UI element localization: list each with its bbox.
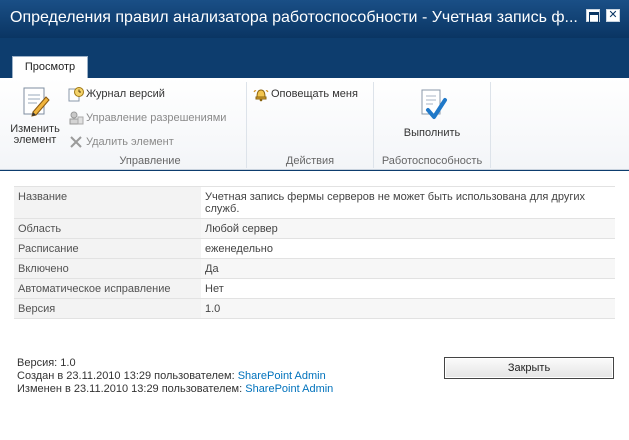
bell-icon	[253, 89, 269, 102]
dialog-window: Определения правил анализатора работоспо…	[0, 0, 629, 440]
group-label-actions: Действия	[285, 155, 335, 167]
version-history-label: Журнал версий	[86, 88, 165, 100]
version-info: Версия: 1.0	[17, 357, 76, 369]
property-row: Версия 1.0	[14, 298, 615, 319]
run-label: Выполнить	[403, 127, 461, 139]
delete-item-label: Удалить элемент	[86, 136, 174, 148]
properties-table: Название Учетная запись фермы серверов не…	[14, 186, 615, 319]
alert-me-button[interactable]: Оповещать меня	[253, 85, 358, 103]
property-row: Включено Да	[14, 258, 615, 279]
property-key: Название	[14, 186, 201, 219]
property-key: Расписание	[14, 238, 201, 259]
item-info: Версия: 1.0 Создан в 23.11.2010 13:29 по…	[17, 357, 333, 396]
close-icon[interactable]: ✕	[606, 9, 620, 22]
property-row: Расписание еженедельно	[14, 238, 615, 259]
modified-prefix: Изменен в 23.11.2010 13:29 пользователем…	[17, 383, 243, 395]
created-info: Создан в 23.11.2010 13:29 пользователем:…	[17, 370, 333, 383]
ribbon: Изменить элемент Журнал версий Управлени…	[0, 78, 629, 170]
modified-info: Изменен в 23.11.2010 13:29 пользователем…	[17, 383, 333, 396]
manage-permissions-button[interactable]: Управление разрешениями	[68, 109, 226, 127]
created-prefix: Создан в 23.11.2010 13:29 пользователем:	[17, 370, 235, 382]
delete-item-button[interactable]: Удалить элемент	[68, 133, 174, 151]
property-value: Учетная запись фермы серверов не может б…	[201, 186, 615, 219]
property-value: Любой сервер	[201, 218, 615, 239]
property-row: Область Любой сервер	[14, 218, 615, 239]
maximize-icon[interactable]	[586, 9, 600, 23]
property-value: 1.0	[201, 298, 615, 319]
run-button[interactable]: Выполнить	[396, 88, 468, 139]
group-divider	[490, 82, 491, 168]
version-history-button[interactable]: Журнал версий	[68, 85, 165, 103]
edit-document-icon	[23, 87, 50, 117]
permissions-icon	[69, 111, 84, 125]
property-value: еженедельно	[201, 238, 615, 259]
created-by-link[interactable]: SharePoint Admin	[238, 370, 326, 382]
edit-item-label: Изменить элемент	[10, 123, 60, 146]
group-label-manage: Управление	[119, 155, 181, 167]
property-key: Автоматическое исправление	[14, 278, 201, 299]
history-icon	[68, 87, 84, 102]
close-button[interactable]: Закрыть	[444, 357, 614, 379]
tab-view[interactable]: Просмотр	[12, 56, 88, 78]
alert-me-label: Оповещать меня	[271, 88, 358, 100]
property-value: Да	[201, 258, 615, 279]
modified-by-link[interactable]: SharePoint Admin	[245, 383, 333, 395]
window-title: Определения правил анализатора работоспо…	[10, 9, 578, 26]
group-label-health: Работоспособность	[381, 155, 483, 167]
property-row: Автоматическое исправление Нет	[14, 278, 615, 299]
checkmark-document-icon	[421, 89, 447, 119]
property-key: Область	[14, 218, 201, 239]
delete-x-icon	[70, 136, 82, 148]
property-row: Название Учетная запись фермы серверов не…	[14, 186, 615, 219]
ribbon-tab-bar: Просмотр	[0, 38, 629, 78]
property-value: Нет	[201, 278, 615, 299]
title-bar: Определения правил анализатора работоспо…	[0, 0, 629, 38]
property-key: Версия	[14, 298, 201, 319]
property-key: Включено	[14, 258, 201, 279]
manage-permissions-label: Управление разрешениями	[86, 112, 227, 124]
edit-item-button[interactable]: Изменить элемент	[6, 86, 64, 146]
